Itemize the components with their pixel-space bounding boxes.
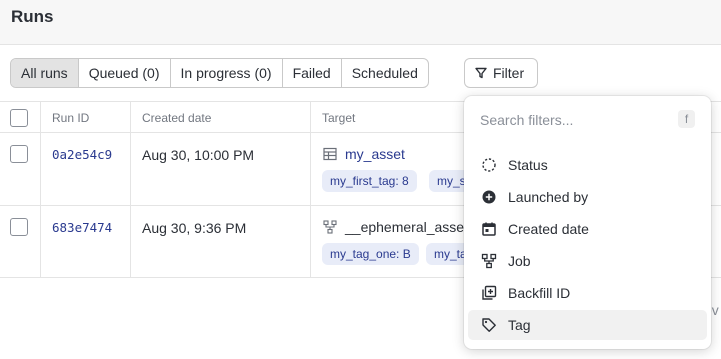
calendar-icon: [481, 221, 497, 237]
tab-scheduled[interactable]: Scheduled: [342, 59, 428, 87]
filter-option-label: Job: [508, 253, 531, 269]
filter-button[interactable]: Filter: [464, 58, 538, 88]
filter-option-status[interactable]: Status: [468, 150, 707, 180]
filter-option-job[interactable]: Job: [468, 246, 707, 276]
filter-button-label: Filter: [493, 65, 525, 81]
target-link[interactable]: my_asset: [345, 146, 405, 162]
row-checkbox[interactable]: [10, 218, 28, 236]
plus-circle-icon: [481, 189, 497, 205]
run-tag[interactable]: my_tag_two: [426, 243, 469, 265]
select-all-checkbox[interactable]: [10, 109, 28, 127]
run-status-tabs: All runs Queued (0) In progress (0) Fail…: [10, 58, 429, 88]
job-icon: [481, 253, 497, 269]
tab-in-progress[interactable]: In progress (0): [171, 59, 283, 87]
column-target: Target: [322, 111, 356, 125]
tag-icon: [481, 317, 497, 333]
run-id-link[interactable]: 0a2e54c9: [52, 147, 112, 162]
filter-option-label: Status: [508, 157, 548, 173]
created-date: Aug 30, 9:36 PM: [142, 220, 247, 236]
backfill-icon: [481, 285, 497, 301]
filter-option-tag[interactable]: Tag: [468, 310, 707, 340]
filter-option-label: Tag: [508, 317, 531, 333]
page-header: Runs: [0, 0, 721, 45]
job-icon: [323, 220, 337, 234]
filter-dropdown: f Status Launched by Created date Job Ba…: [464, 96, 711, 349]
column-created-date: Created date: [142, 111, 212, 125]
run-id-link[interactable]: 683e7474: [52, 220, 112, 235]
filter-option-launched-by[interactable]: Launched by: [468, 182, 707, 212]
filter-option-backfill-id[interactable]: Backfill ID: [468, 278, 707, 308]
keyboard-shortcut-badge: f: [678, 110, 695, 128]
row-checkbox[interactable]: [10, 145, 28, 163]
status-dashed-circle-icon: [481, 157, 497, 173]
page-title: Runs: [11, 7, 54, 26]
table-icon: [323, 147, 337, 161]
filter-option-label: Launched by: [508, 189, 589, 205]
run-tag[interactable]: my_second_tag: [429, 170, 469, 192]
filter-option-label: Backfill ID: [508, 285, 571, 301]
target: my_asset: [323, 146, 405, 162]
created-date: Aug 30, 10:00 PM: [142, 147, 255, 163]
filter-option-label: Created date: [508, 221, 589, 237]
funnel-icon: [475, 67, 487, 79]
filter-option-created-date[interactable]: Created date: [468, 214, 707, 244]
column-run-id: Run ID: [52, 111, 90, 125]
run-tag[interactable]: my_first_tag: 8: [322, 170, 417, 192]
tab-all-runs[interactable]: All runs: [11, 59, 79, 87]
run-tag[interactable]: my_tag_one: B: [322, 243, 419, 265]
filter-search-input[interactable]: [480, 110, 680, 130]
tab-queued[interactable]: Queued (0): [79, 59, 171, 87]
tab-failed[interactable]: Failed: [283, 59, 342, 87]
